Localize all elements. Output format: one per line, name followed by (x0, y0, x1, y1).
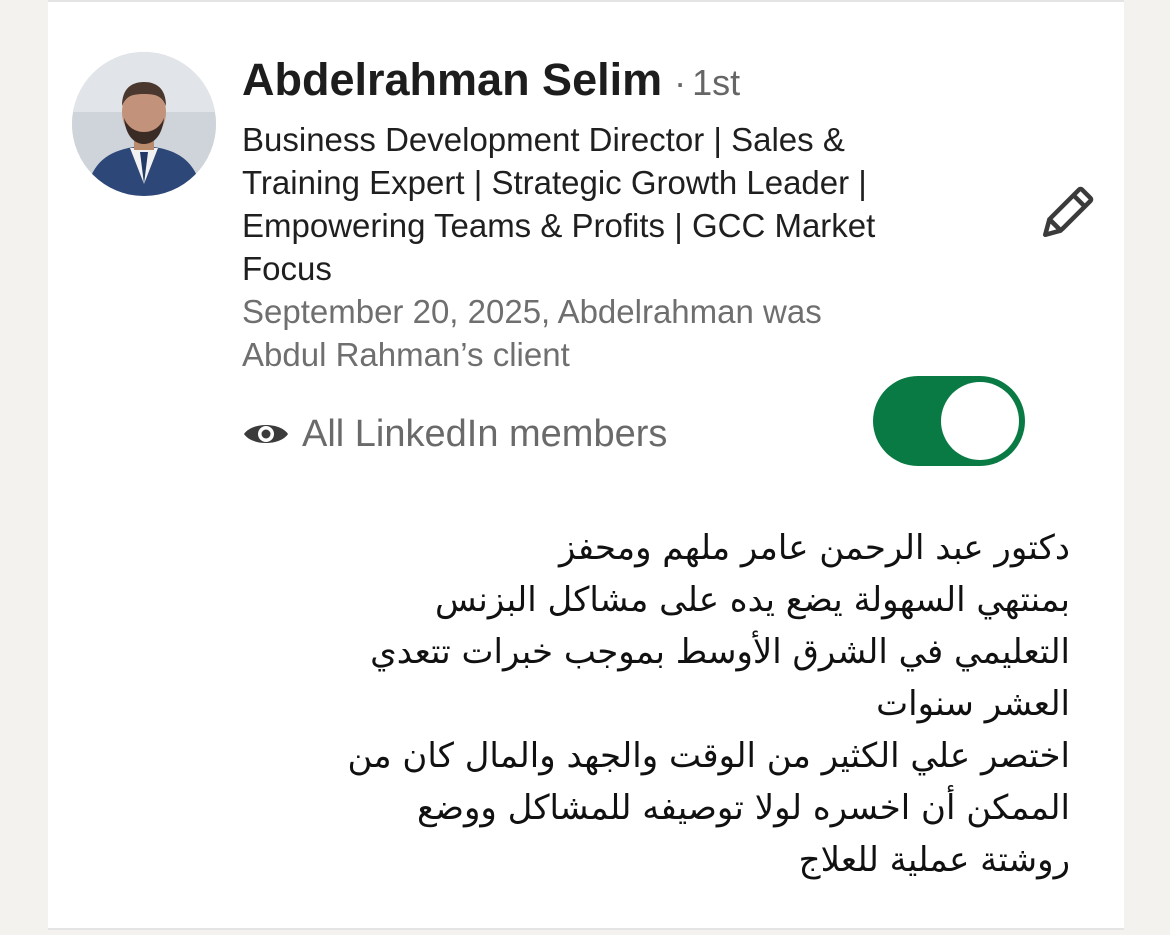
toggle-knob (941, 382, 1019, 460)
headline-line: Focus (242, 250, 332, 287)
author-headline: Business Development Director | Sales & … (242, 118, 982, 290)
edit-button[interactable] (1030, 180, 1100, 250)
recommendation-text-line: الممكن أن اخسره لولا توصيفه للمشاكل ووضع (416, 788, 1070, 828)
connection-separator: · (674, 62, 687, 103)
connection-degree: 1st (692, 62, 741, 103)
relationship-line: September 20, 2025, Abdelrahman was (242, 293, 822, 330)
headline-line: Empowering Teams & Profits | GCC Market (242, 207, 876, 244)
author-avatar[interactable] (72, 52, 216, 196)
person-avatar-icon (72, 52, 216, 196)
recommendation-text-line: التعليمي في الشرق الأوسط بموجب خبرات تتع… (370, 632, 1070, 672)
recommendation-text: دكتور عبد الرحمن عامر ملهم ومحفز بمنتهي … (240, 522, 1070, 886)
relationship-info: September 20, 2025, Abdelrahman was Abdu… (242, 290, 962, 376)
recommendation-text-line: بمنتهي السهولة يضع يده على مشاكل البزنس (435, 580, 1070, 620)
recommendation-card: Abdelrahman Selim · 1st Business Develop… (48, 0, 1124, 930)
author-name-row: Abdelrahman Selim · 1st (242, 54, 740, 114)
eye-icon (244, 425, 288, 443)
visibility-setting: All LinkedIn members (242, 408, 667, 460)
recommendation-text-line: العشر سنوات (876, 684, 1070, 724)
pencil-icon (1042, 186, 1094, 238)
recommendation-text-line: دكتور عبد الرحمن عامر ملهم ومحفز (558, 528, 1070, 568)
author-name[interactable]: Abdelrahman Selim (242, 54, 662, 106)
visibility-label: All LinkedIn members (302, 412, 668, 455)
headline-line: Business Development Director | Sales & (242, 121, 845, 158)
recommendation-text-line: روشتة عملية للعلاج (798, 840, 1070, 880)
visibility-toggle[interactable] (873, 376, 1025, 466)
recommendation-text-line: اختصر علي الكثير من الوقت والجهد والمال … (347, 736, 1070, 776)
headline-line: Training Expert | Strategic Growth Leade… (242, 164, 867, 201)
relationship-line: Abdul Rahman’s client (242, 336, 570, 373)
